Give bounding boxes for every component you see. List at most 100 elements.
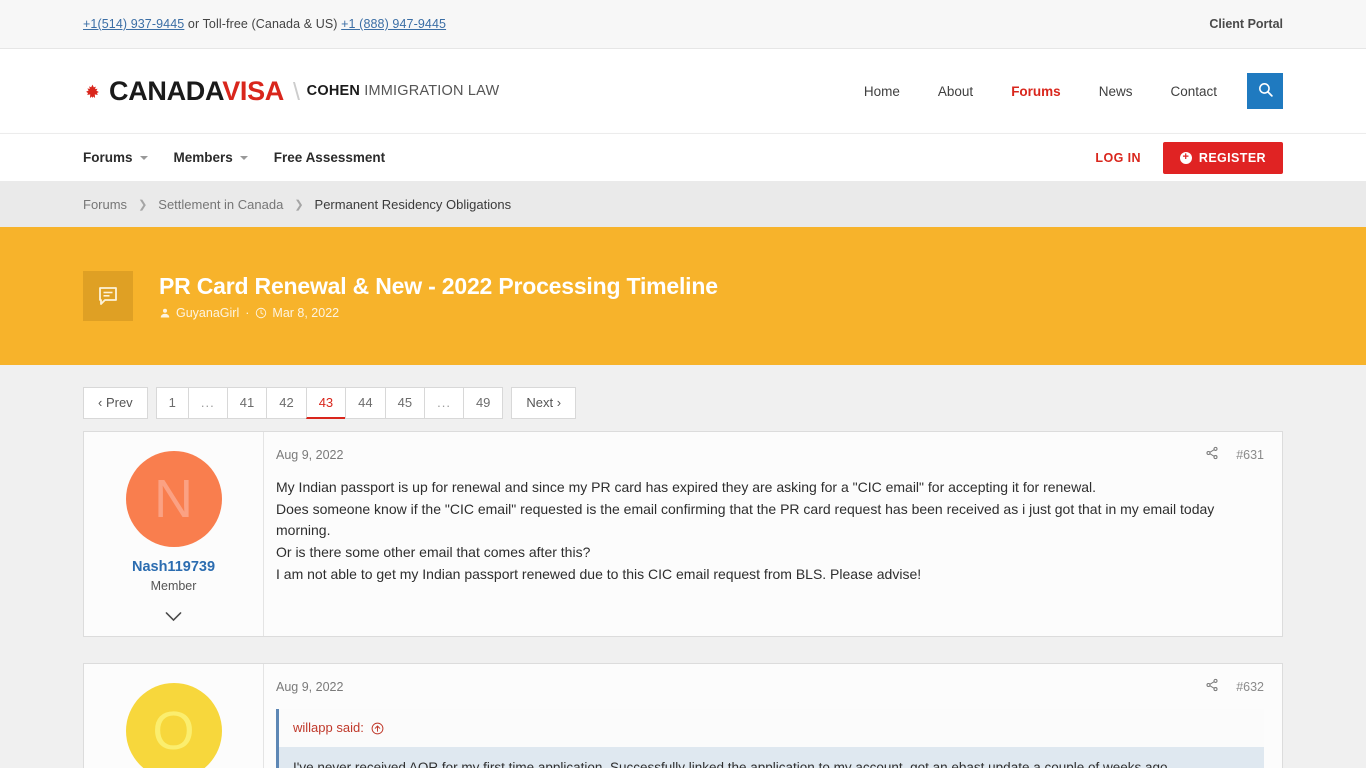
pagination-ellipsis-left[interactable]: ...	[187, 387, 227, 419]
breadcrumb-item-permanent-residency-obligations[interactable]: Permanent Residency Obligations	[315, 197, 512, 212]
logo-immigration-law-text: IMMIGRATION LAW	[360, 83, 500, 99]
logo-subbrand: COHEN IMMIGRATION LAW	[307, 83, 500, 99]
post-author-name[interactable]: Nash119739	[94, 559, 253, 575]
post-author-sidebar: N Nash119739 Member	[84, 432, 264, 636]
pagination-page-45[interactable]: 45	[384, 387, 425, 419]
avatar[interactable]: O	[125, 683, 222, 768]
pagination-page-42[interactable]: 42	[266, 387, 306, 419]
subnav-item-free-assessment[interactable]: Free Assessment	[274, 150, 385, 165]
post-paragraph: I am not able to get my Indian passport …	[276, 566, 922, 583]
post-631: N Nash119739 Member Aug 9, 2022 #631 My …	[83, 431, 1283, 637]
page-title: PR Card Renewal & New - 2022 Processing …	[159, 272, 718, 299]
avatar-letter: O	[152, 701, 195, 761]
meta-separator: ·	[245, 305, 250, 320]
utility-bar: +1(514) 937-9445 or Toll-free (Canada & …	[0, 0, 1366, 49]
post-number[interactable]: #632	[1236, 680, 1264, 694]
quote-author-label: willapp said:	[293, 720, 364, 735]
breadcrumb-item-forums[interactable]: Forums	[83, 197, 127, 212]
pagination-next-button[interactable]: Next ›	[511, 387, 577, 419]
post-number[interactable]: #631	[1236, 448, 1264, 462]
post-header: Aug 9, 2022 #631	[276, 446, 1264, 463]
post-content: Aug 9, 2022 #632 willapp said: I've neve…	[264, 664, 1282, 768]
search-button[interactable]	[1247, 73, 1283, 109]
phone-tollfree-link[interactable]: +1 (888) 947-9445	[341, 17, 446, 31]
main-navigation: Home About Forums News Contact	[826, 73, 1283, 109]
logo-canada-text: CANADA	[109, 75, 223, 106]
quote-text: I've never received AOR for my first tim…	[279, 746, 1264, 768]
chevron-down-icon[interactable]	[94, 609, 253, 626]
nav-item-forums[interactable]: Forums	[1011, 84, 1061, 99]
post-content: Aug 9, 2022 #631 My Indian passport is u…	[264, 432, 1282, 636]
quote-attribution: willapp said:	[279, 709, 1264, 747]
maple-leaf-icon	[83, 83, 102, 102]
site-logo[interactable]: CANADAVISA \ COHEN IMMIGRATION LAW	[83, 75, 500, 106]
register-button[interactable]: + REGISTER	[1162, 141, 1283, 174]
pagination-page-44[interactable]: 44	[345, 387, 385, 419]
client-portal-link[interactable]: Client Portal	[1209, 17, 1283, 31]
share-icon[interactable]	[1205, 446, 1219, 463]
pagination-page-49[interactable]: 49	[462, 387, 504, 419]
forum-nav-items: Forums Members Free Assessment	[83, 150, 411, 165]
user-icon	[159, 307, 171, 319]
clock-icon	[255, 307, 267, 319]
post-actions: #632	[1205, 678, 1264, 695]
chevron-right-icon: ❯	[294, 198, 304, 211]
post-date[interactable]: Aug 9, 2022	[276, 680, 343, 694]
logo-cohen-text: COHEN	[306, 83, 361, 99]
avatar[interactable]: N	[125, 451, 222, 547]
phone-middle-text: or Toll-free (Canada & US)	[184, 17, 342, 31]
post-body: My Indian passport is up for renewal and…	[276, 477, 1264, 584]
post-body: willapp said: I've never received AOR fo…	[276, 709, 1264, 768]
post-date[interactable]: Aug 9, 2022	[276, 448, 343, 462]
thread-date: Mar 8, 2022	[272, 305, 340, 320]
register-label: REGISTER	[1198, 150, 1266, 165]
post-author-title: Member	[150, 579, 197, 593]
subnav-forums-label: Forums	[83, 150, 133, 165]
pagination: ‹ Prev 1 ... 41 42 43 44 45 ... 49 Next …	[83, 365, 1283, 431]
post-actions: #631	[1205, 446, 1264, 463]
masthead: CANADAVISA \ COHEN IMMIGRATION LAW Home A…	[0, 49, 1366, 133]
thread-heading-block: PR Card Renewal & New - 2022 Processing …	[159, 273, 718, 320]
pagination-page-1[interactable]: 1	[155, 387, 188, 419]
subnav-item-forums[interactable]: Forums	[83, 150, 148, 165]
plus-circle-icon: +	[1179, 151, 1192, 164]
pagination-page-list: 1 ... 41 42 43 44 45 ... 49	[155, 387, 504, 419]
nav-item-contact[interactable]: Contact	[1170, 84, 1217, 99]
pagination-page-43-current[interactable]: 43	[305, 387, 346, 419]
post-paragraph: Or is there some other email that comes …	[276, 543, 591, 560]
chevron-right-icon: ❯	[138, 198, 148, 211]
logo-wordmark: CANADAVISA \	[109, 75, 307, 106]
breadcrumb-item-settlement-in-canada[interactable]: Settlement in Canada	[158, 197, 283, 212]
account-actions: LOG IN + REGISTER	[1095, 141, 1283, 174]
chevron-down-icon	[239, 155, 248, 160]
post-author-sidebar: O	[84, 664, 264, 768]
phone-primary-link[interactable]: +1(514) 937-9445	[83, 17, 184, 31]
logo-separator: \	[293, 77, 300, 106]
pagination-ellipsis-right[interactable]: ...	[424, 387, 463, 419]
nav-item-news[interactable]: News	[1099, 84, 1133, 99]
post-632: O Aug 9, 2022 #632 willapp said: I've ne…	[83, 663, 1283, 768]
subnav-members-label: Members	[173, 150, 233, 165]
post-header: Aug 9, 2022 #632	[276, 678, 1264, 695]
login-link[interactable]: LOG IN	[1095, 151, 1140, 165]
breadcrumb: Forums ❯ Settlement in Canada ❯ Permanen…	[0, 181, 1366, 227]
thread-author[interactable]: GuyanaGirl	[176, 306, 239, 320]
post-paragraph: My Indian passport is up for renewal and…	[276, 479, 1096, 495]
post-paragraph: Does someone know if the "CIC email" req…	[276, 501, 1215, 538]
subnav-item-members[interactable]: Members	[174, 150, 248, 165]
share-icon[interactable]	[1205, 678, 1219, 695]
nav-item-about[interactable]: About	[938, 84, 973, 99]
search-icon	[1257, 81, 1274, 101]
pagination-page-41[interactable]: 41	[226, 387, 267, 419]
chevron-down-icon	[139, 155, 148, 160]
quote-block: willapp said: I've never received AOR fo…	[276, 709, 1264, 768]
pagination-prev-button[interactable]: ‹ Prev	[83, 387, 148, 419]
thread-meta: GuyanaGirl · Mar 8, 2022	[159, 306, 718, 320]
arrow-up-circle-icon[interactable]	[371, 722, 384, 735]
thread-content: ‹ Prev 1 ... 41 42 43 44 45 ... 49 Next …	[0, 365, 1366, 768]
logo-visa-text: VISA	[222, 75, 285, 106]
thread-title-banner: PR Card Renewal & New - 2022 Processing …	[0, 227, 1366, 365]
nav-item-home[interactable]: Home	[864, 84, 900, 99]
contact-phones: +1(514) 937-9445 or Toll-free (Canada & …	[83, 17, 446, 31]
comment-icon	[83, 271, 133, 321]
